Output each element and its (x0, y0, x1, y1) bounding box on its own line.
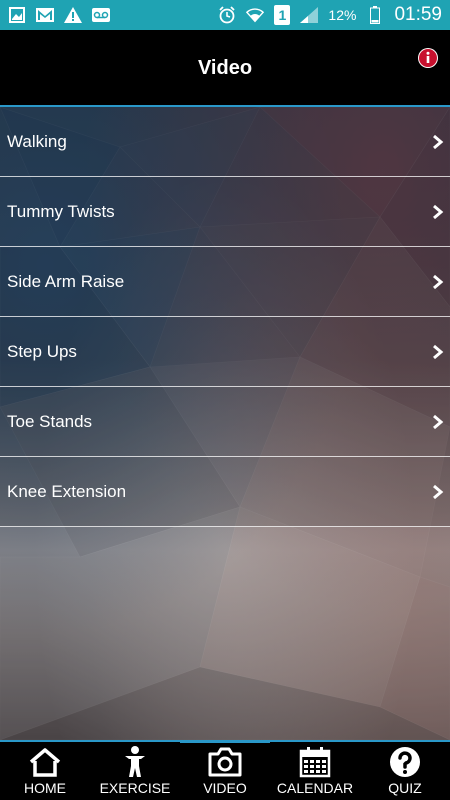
chevron-right-icon (433, 484, 444, 499)
warning-notification-icon (64, 6, 82, 24)
signal-icon (300, 6, 319, 24)
battery-percent: 12% (328, 7, 357, 23)
gmail-notification-icon (36, 6, 54, 24)
page-title: Video (197, 56, 253, 79)
content-area: Walking Tummy Twists Side Arm Raise Step… (0, 107, 450, 740)
nav-item-quiz[interactable]: QUIZ (360, 742, 450, 800)
gallery-notification-icon (8, 6, 26, 24)
nav-item-calendar[interactable]: CALENDAR (270, 742, 360, 800)
info-icon (419, 49, 437, 67)
list-item-label: Tummy Twists (7, 201, 115, 221)
app-header: Video (0, 30, 450, 106)
list-item-label: Step Ups (7, 341, 77, 361)
nav-item-label: EXERCISE (99, 780, 171, 796)
clock: 01:59 (394, 4, 442, 25)
list-item-side-arm-raise[interactable]: Side Arm Raise (0, 247, 450, 317)
list-item-label: Side Arm Raise (7, 271, 125, 291)
nav-item-exercise[interactable]: EXERCISE (90, 742, 180, 800)
chevron-right-icon (433, 344, 444, 359)
nav-item-label: HOME (24, 780, 66, 796)
camera-icon (207, 746, 243, 778)
list-item-tummy-twists[interactable]: Tummy Twists (0, 177, 450, 247)
person-icon (117, 746, 153, 778)
chevron-right-icon (433, 274, 444, 289)
nav-item-label: QUIZ (388, 780, 422, 796)
voicemail-notification-icon (92, 6, 110, 24)
info-button[interactable] (418, 48, 438, 68)
battery-icon (366, 6, 384, 24)
home-icon (27, 746, 63, 778)
question-icon (387, 746, 423, 778)
list-item-knee-extension[interactable]: Knee Extension (0, 457, 450, 527)
chevron-right-icon (433, 204, 444, 219)
list-item-toe-stands[interactable]: Toe Stands (0, 387, 450, 457)
wifi-icon (246, 6, 265, 24)
nav-item-video[interactable]: VIDEO (180, 740, 270, 800)
bottom-nav: HOME EXERCISE VIDEO CALENDAR QUIZ (0, 740, 450, 800)
nav-item-label: CALENDAR (276, 780, 354, 796)
video-list: Walking Tummy Twists Side Arm Raise Step… (0, 107, 450, 527)
alarm-icon (218, 6, 236, 24)
list-item-label: Walking (7, 131, 67, 151)
chevron-right-icon (433, 414, 444, 429)
calendar-icon (297, 746, 333, 778)
list-item-label: Knee Extension (7, 481, 127, 501)
status-bar: 1 12% 01:59 (0, 0, 450, 30)
list-item-label: Toe Stands (7, 411, 93, 431)
chevron-right-icon (433, 134, 444, 149)
nav-item-label: VIDEO (203, 780, 247, 796)
list-item-step-ups[interactable]: Step Ups (0, 317, 450, 387)
status-right: 1 12% 01:59 (218, 4, 442, 26)
nav-item-home[interactable]: HOME (0, 742, 90, 800)
list-item-walking[interactable]: Walking (0, 107, 450, 177)
status-left (8, 6, 110, 24)
sim-icon: 1 (274, 5, 291, 25)
